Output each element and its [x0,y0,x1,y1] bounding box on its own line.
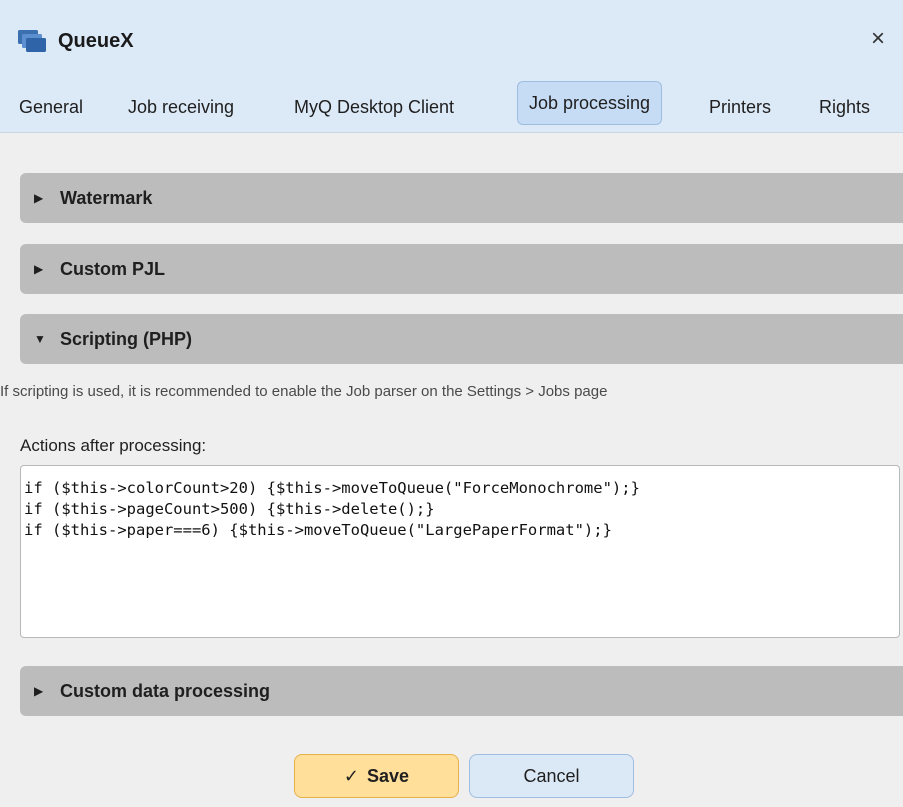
actions-script-editor[interactable]: if ($this->colorCount>20) {$this->moveTo… [20,465,900,638]
section-watermark-label: Watermark [60,188,153,208]
expand-arrow-icon: ▶ [34,684,44,698]
tab-job-receiving[interactable]: Job receiving [128,84,234,130]
close-icon[interactable]: × [865,26,891,52]
tab-job-processing[interactable]: Job processing [517,81,663,125]
section-scripting-php[interactable]: ▼ Scripting (PHP) [20,314,903,364]
tab-rights[interactable]: Rights [819,84,870,130]
cancel-button[interactable]: Cancel [469,754,634,798]
section-custom-pjl[interactable]: ▶ Custom PJL [20,244,903,294]
code-line: if ($this->pageCount>500) {$this->delete… [24,500,435,518]
scripting-hint: If scripting is used, it is recommended … [0,383,608,400]
tab-printers[interactable]: Printers [709,84,771,130]
section-scripting-php-label: Scripting (PHP) [60,329,193,349]
save-button-label: Save [367,766,410,786]
queue-settings-window: QueueX × General Job receiving MyQ Deskt… [0,0,903,807]
save-button[interactable]: ✓ Save [294,754,459,798]
job-processing-panel: ▶ Watermark ▶ Custom PJL ▼ Scripting (PH… [0,133,903,807]
actions-after-processing-label: Actions after processing: [20,436,207,455]
section-custom-data-processing-label: Custom data processing [60,681,271,701]
title-bar: QueueX × [0,0,903,84]
code-line: if ($this->colorCount>20) {$this->moveTo… [24,479,640,497]
queue-icon [18,30,46,52]
expand-arrow-icon: ▶ [34,262,44,276]
tab-general[interactable]: General [19,84,83,130]
window-title: QueueX [58,30,134,52]
section-custom-data-processing[interactable]: ▶ Custom data processing [20,666,903,716]
checkmark-icon: ✓ [343,766,360,786]
section-custom-pjl-label: Custom PJL [60,259,166,279]
tab-bar: General Job receiving MyQ Desktop Client… [0,81,903,133]
expand-arrow-icon: ▶ [34,191,44,205]
code-line: if ($this->paper===6) {$this->moveToQueu… [24,521,612,539]
section-watermark[interactable]: ▶ Watermark [20,173,903,223]
collapse-arrow-icon: ▼ [34,332,46,346]
tab-myq-desktop-client[interactable]: MyQ Desktop Client [294,84,454,130]
